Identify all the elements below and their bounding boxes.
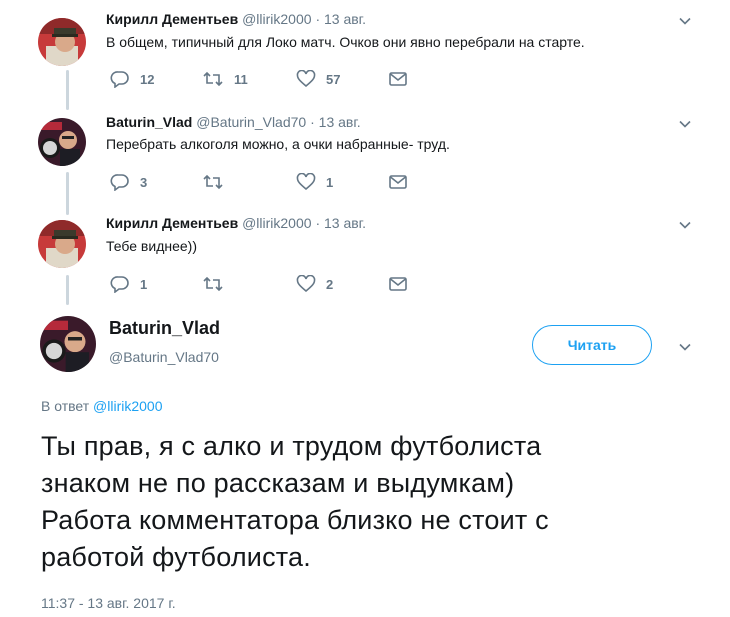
retweet-button[interactable] [202,172,234,192]
separator: · [310,114,315,130]
retweet-count: 11 [234,71,248,87]
avatar[interactable] [38,18,86,66]
retweet-icon [203,174,223,190]
author-handle[interactable]: @llirik2000 [242,215,311,231]
tweet-text-line: знаком не по рассказам и выдумкам) [41,468,515,498]
like-count: 57 [326,71,341,87]
reply-count: 12 [140,71,155,87]
like-button[interactable]: 57 [296,69,340,89]
reply-context: В ответ @llirik2000 [41,398,163,414]
follow-button[interactable]: Читать [532,325,652,365]
author-handle[interactable]: @Baturin_Vlad70 [109,349,219,365]
like-button[interactable]: 2 [296,274,333,294]
reply-prefix: В ответ [41,398,90,414]
tweet-header: Кирилл Дементьев @llirik2000 · 13 авг. [106,11,366,27]
author-handle[interactable]: @llirik2000 [242,11,311,27]
dm-button[interactable] [388,69,408,89]
chevron-down-icon[interactable] [677,217,693,233]
tweet-text: Тебе виднее)) [106,238,197,254]
tweet-text-line: Ты прав, я с алко и трудом футболиста [41,431,542,461]
thread-line [66,172,69,215]
reply-count: 1 [140,276,148,292]
dm-button[interactable] [388,172,408,192]
reply-icon [110,276,129,293]
author-name[interactable]: Baturin_Vlad [106,114,192,130]
retweet-icon [203,276,223,292]
thread-line [66,275,69,305]
envelope-icon [389,175,407,189]
avatar[interactable] [38,118,86,166]
reply-icon [110,174,129,191]
tweet-text: Ты прав, я с алко и трудом футболиста зн… [41,428,701,576]
heart-icon [296,275,316,293]
author-handle[interactable]: @Baturin_Vlad70 [196,114,306,130]
like-count: 1 [326,174,334,190]
separator: · [315,215,321,231]
avatar[interactable] [38,220,86,268]
author-name[interactable]: Кирилл Дементьев [106,215,238,231]
chevron-down-icon[interactable] [677,13,693,29]
like-button[interactable]: 1 [296,172,333,192]
reply-icon [110,71,129,88]
heart-icon [296,173,316,191]
tweet-text: Перебрать алкоголя можно, а очки набранн… [106,136,450,152]
reply-mention-link[interactable]: @llirik2000 [93,398,162,414]
tweet-date[interactable]: 13 авг. [324,11,366,27]
separator: · [315,11,321,27]
reply-button[interactable]: 12 [110,69,154,89]
tweet-text-line: Работа комментатора близко не стоит с [41,505,549,535]
reply-button[interactable]: 1 [110,274,147,294]
tweet-text-line: работой футболиста. [41,542,311,572]
envelope-icon [389,72,407,86]
retweet-button[interactable] [202,274,234,294]
like-count: 2 [326,276,334,292]
tweet-date[interactable]: 13 авг. [319,114,361,130]
reply-count: 3 [140,174,148,190]
reply-button[interactable]: 3 [110,172,147,192]
tweet-header: Baturin_Vlad @Baturin_Vlad70 · 13 авг. [106,114,361,130]
chevron-down-icon[interactable] [677,339,693,355]
retweet-icon [203,71,223,87]
dm-button[interactable] [388,274,408,294]
tweet-timestamp[interactable]: 11:37 - 13 авг. 2017 г. [41,595,176,611]
tweet-text: В общем, типичный для Локо матч. Очков о… [106,34,585,50]
tweet-date[interactable]: 13 авг. [324,215,366,231]
author-name[interactable]: Baturin_Vlad [109,318,220,339]
tweet-header: Кирилл Дементьев @llirik2000 · 13 авг. [106,215,366,231]
heart-icon [296,70,316,88]
retweet-button[interactable]: 11 [202,69,248,89]
chevron-down-icon[interactable] [677,116,693,132]
avatar[interactable] [40,316,96,372]
thread-line [66,70,69,110]
envelope-icon [389,277,407,291]
author-name[interactable]: Кирилл Дементьев [106,11,238,27]
